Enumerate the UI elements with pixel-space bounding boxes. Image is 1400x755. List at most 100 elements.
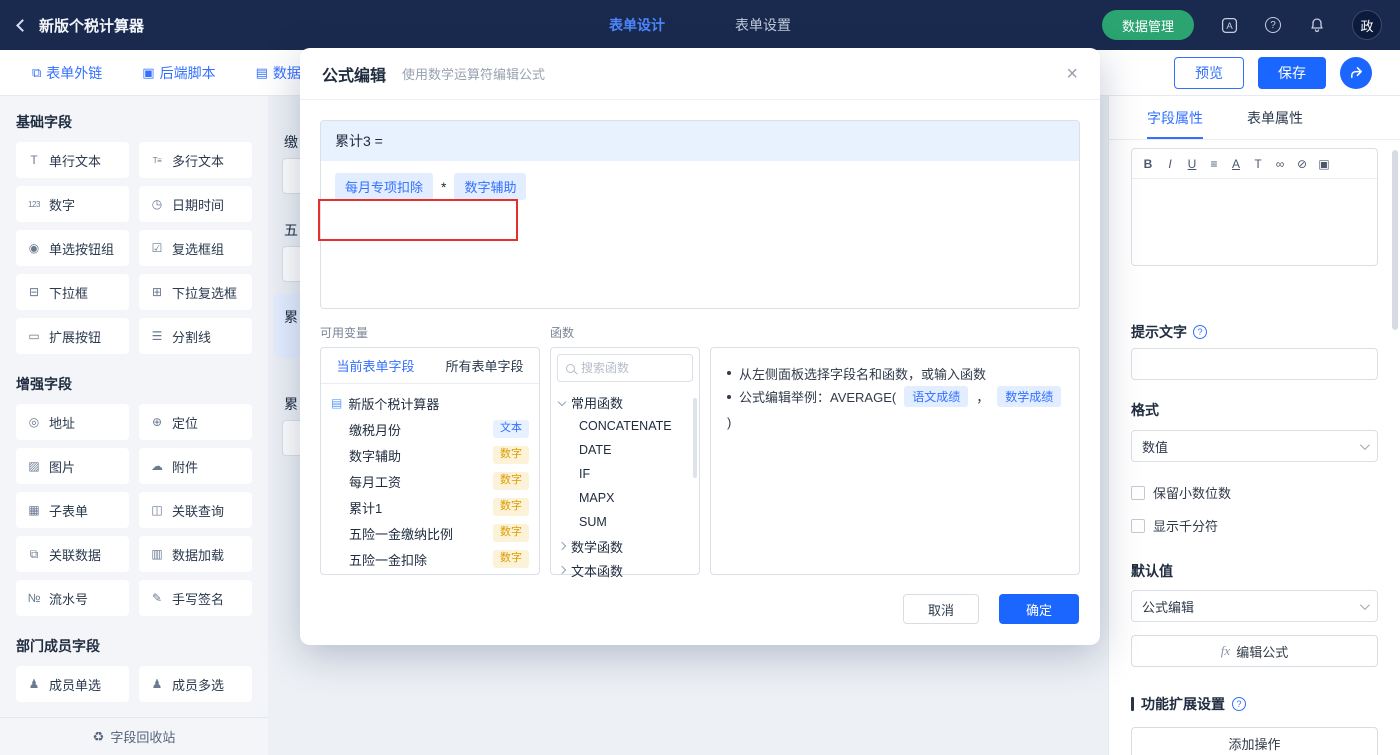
functions-scrollbar[interactable] <box>693 398 697 478</box>
field-recycle-bin[interactable]: ♻ 字段回收站 <box>0 717 268 755</box>
example-field-pill: 数学成绩 <box>997 386 1062 407</box>
font-color-icon[interactable]: A <box>1229 157 1243 171</box>
edit-formula-button[interactable]: fx 编辑公式 <box>1131 635 1378 667</box>
function-search[interactable] <box>557 354 693 382</box>
user-avatar[interactable]: 政 <box>1352 10 1382 40</box>
bell-icon[interactable] <box>1308 16 1326 34</box>
bullet-icon <box>727 394 731 399</box>
decimal-checkbox-row[interactable]: 保留小数位数 <box>1131 483 1378 502</box>
variable-row[interactable]: 五险一金缴纳比例 数字 <box>331 520 529 546</box>
function-item[interactable]: DATE <box>557 438 693 462</box>
formula-variable-pill[interactable]: 每月专项扣除 <box>335 173 434 200</box>
function-item[interactable]: IF <box>557 462 693 486</box>
palette-item-divider[interactable]: ☰ 分割线 <box>139 318 252 354</box>
hint-help-icon[interactable]: ? <box>1193 325 1207 339</box>
add-action-button[interactable]: 添加操作 <box>1131 727 1378 755</box>
variable-row[interactable]: 数字辅助 数字 <box>331 442 529 468</box>
tab-form-properties[interactable]: 表单属性 <box>1247 96 1303 139</box>
image-icon: ▨ <box>28 459 40 473</box>
palette-item-location[interactable]: ⊕ 定位 <box>139 404 252 440</box>
palette-item-multi-text[interactable]: T≡ 多行文本 <box>139 142 252 178</box>
save-button[interactable]: 保存 <box>1258 56 1326 89</box>
bold-icon[interactable]: B <box>1141 157 1155 171</box>
close-icon[interactable]: × <box>1066 64 1078 84</box>
palette-item-single-text[interactable]: T 单行文本 <box>16 142 129 178</box>
toolbar-link-script[interactable]: ▣ 后端脚本 <box>142 63 215 83</box>
data-manage-button[interactable]: 数据管理 <box>1101 10 1194 40</box>
palette-item-address[interactable]: ◎ 地址 <box>16 404 129 440</box>
confirm-button[interactable]: 确定 <box>999 594 1079 624</box>
formula-variable-pill[interactable]: 数字辅助 <box>454 173 527 200</box>
variable-row[interactable]: 缴税月份 文本 <box>331 416 529 442</box>
underline-icon[interactable]: U <box>1185 157 1199 171</box>
palette-item-related-data[interactable]: ⧉ 关联数据 <box>16 536 129 572</box>
italic-icon[interactable]: I <box>1163 157 1177 171</box>
help-icon[interactable]: ? <box>1264 16 1282 34</box>
dropdown-multi-icon: ⊞ <box>151 285 163 299</box>
variable-row[interactable]: 五险一金扣除 数字 <box>331 546 529 572</box>
link-icon[interactable]: ∞ <box>1273 157 1287 171</box>
palette-item-attachment[interactable]: ☁ 附件 <box>139 448 252 484</box>
tab-form-settings[interactable]: 表单设置 <box>735 15 791 35</box>
share-button[interactable] <box>1340 56 1372 89</box>
palette-item-checkbox-group[interactable]: ☑ 复选框组 <box>139 230 252 266</box>
back-icon[interactable] <box>16 18 29 32</box>
function-group-text[interactable]: 文本函数 <box>557 558 693 582</box>
variable-row[interactable]: 每月工资 数字 <box>331 468 529 494</box>
toolbar-link-external[interactable]: ⧉ 表单外链 <box>32 63 102 83</box>
palette-item-number[interactable]: 123 数字 <box>16 186 129 222</box>
thousands-checkbox[interactable] <box>1131 518 1145 533</box>
palette-item-signature[interactable]: ✎ 手写签名 <box>139 580 252 616</box>
hint-text-input[interactable] <box>1131 348 1378 380</box>
palette-item-dropdown-multi[interactable]: ⊞ 下拉复选框 <box>139 274 252 310</box>
palette-item-related-query[interactable]: ◫ 关联查询 <box>139 492 252 528</box>
default-value-select[interactable]: 公式编辑 <box>1131 590 1378 622</box>
radio-icon: ◉ <box>28 241 40 255</box>
tab-form-design[interactable]: 表单设计 <box>609 15 665 35</box>
palette-item-extend-button[interactable]: ▭ 扩展按钮 <box>16 318 129 354</box>
palette-item-datetime[interactable]: ◷ 日期时间 <box>139 186 252 222</box>
panel-scrollbar[interactable] <box>1392 150 1398 330</box>
function-item[interactable]: SUM <box>557 510 693 534</box>
function-item[interactable]: CONCATENATE <box>557 414 693 438</box>
unlink-icon[interactable]: ⊘ <box>1295 157 1309 171</box>
variables-tree-root[interactable]: ▤ 新版个税计算器 <box>331 390 529 416</box>
search-icon <box>566 363 575 373</box>
align-icon[interactable]: ≡ <box>1207 157 1221 171</box>
palette-item-dropdown[interactable]: ⊟ 下拉框 <box>16 274 129 310</box>
palette-item-label: 单行文本 <box>49 153 102 169</box>
function-group-common[interactable]: 常用函数 <box>557 390 693 414</box>
function-item[interactable]: MAPX <box>557 486 693 510</box>
field-type-tag: 数字 <box>493 550 529 568</box>
variable-row[interactable]: 累计1 数字 <box>331 494 529 520</box>
palette-item-radio-group[interactable]: ◉ 单选按钮组 <box>16 230 129 266</box>
cancel-button[interactable]: 取消 <box>903 594 979 624</box>
palette-item-label: 单选按钮组 <box>49 241 115 257</box>
help-line-2-sep: ， <box>976 390 990 405</box>
rich-text-editor[interactable]: B I U ≡ A T ∞ ⊘ ▣ <box>1131 148 1378 266</box>
formula-editor-box[interactable]: 累计3 = 每月专项扣除 * 数字辅助 <box>320 120 1080 309</box>
insert-image-icon[interactable]: ▣ <box>1317 157 1331 171</box>
variables-section-label: 可用变量 <box>320 326 369 340</box>
palette-item-serial[interactable]: № 流水号 <box>16 580 129 616</box>
tab-current-form-fields[interactable]: 当前表单字段 <box>321 348 430 383</box>
function-group-math[interactable]: 数学函数 <box>557 534 693 558</box>
format-select[interactable]: 数值 <box>1131 430 1378 462</box>
font-size-icon[interactable]: T <box>1251 157 1265 171</box>
palette-item-subform[interactable]: ▦ 子表单 <box>16 492 129 528</box>
palette-item-data-load[interactable]: ▥ 数据加载 <box>139 536 252 572</box>
location-icon: ⊕ <box>151 415 163 429</box>
extension-help-icon[interactable]: ? <box>1232 697 1246 711</box>
thousands-checkbox-row[interactable]: 显示千分符 <box>1131 516 1378 535</box>
palette-item-member-multi[interactable]: ♟ 成员多选 <box>139 666 252 702</box>
section-title-members: 部门成员字段 <box>16 638 100 654</box>
tab-all-form-fields[interactable]: 所有表单字段 <box>430 348 539 383</box>
datetime-icon: ◷ <box>151 197 163 211</box>
palette-item-member-single[interactable]: ♟ 成员单选 <box>16 666 129 702</box>
preview-button[interactable]: 预览 <box>1174 56 1244 89</box>
palette-item-image[interactable]: ▨ 图片 <box>16 448 129 484</box>
function-search-input[interactable] <box>581 361 684 375</box>
tab-field-properties[interactable]: 字段属性 <box>1147 96 1203 139</box>
decimal-checkbox[interactable] <box>1131 485 1145 500</box>
language-icon[interactable]: A <box>1220 16 1238 34</box>
